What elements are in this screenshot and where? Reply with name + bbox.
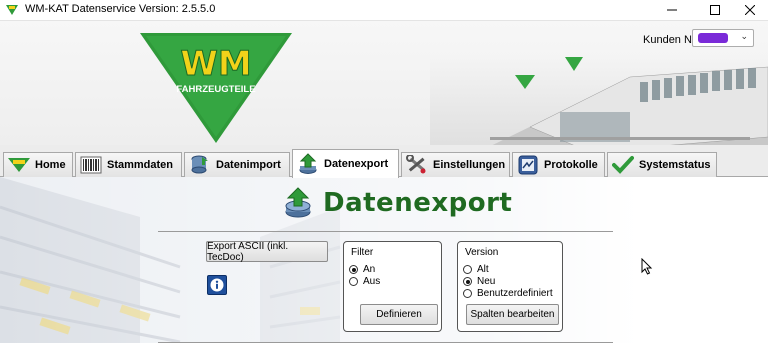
- export-arrow-icon: [297, 153, 319, 174]
- tab-systemstatus[interactable]: Systemstatus: [607, 152, 717, 177]
- version-group-title: Version: [465, 247, 499, 258]
- tab-protokolle[interactable]: Protokolle: [512, 152, 605, 177]
- divider: [158, 231, 613, 232]
- wm-fahrzeugteile-logo: WM FAHRZEUGTEILE: [140, 33, 292, 143]
- tools-icon: [406, 155, 428, 175]
- radio-icon: [349, 277, 358, 286]
- version-group: Version Alt Neu Benutzerdefiniert Spalte…: [457, 241, 563, 332]
- filter-group: Filter An Aus Definieren: [343, 241, 442, 332]
- maximize-icon: [710, 5, 720, 15]
- logo-subtext: FAHRZEUGTEILE: [176, 84, 255, 95]
- window-title: WM-KAT Datenservice Version: 2.5.5.0: [25, 3, 216, 15]
- info-icon: [210, 278, 224, 292]
- mouse-cursor-icon: [641, 258, 653, 275]
- kunden-nr-value-redacted: [698, 33, 728, 43]
- app-icon: [6, 5, 18, 15]
- radio-icon: [463, 265, 472, 274]
- tab-einstellungen[interactable]: Einstellungen: [401, 152, 510, 177]
- tab-label: Datenimport: [216, 159, 281, 171]
- barcode-icon: [80, 155, 102, 175]
- spalten-bearbeiten-button[interactable]: Spalten bearbeiten: [466, 304, 559, 325]
- tab-label: Home: [35, 159, 66, 171]
- info-button[interactable]: [207, 275, 227, 295]
- close-icon: [745, 5, 755, 15]
- page-title: Datenexport: [323, 188, 513, 218]
- tab-label: Systemstatus: [639, 159, 711, 171]
- radio-label: Benutzerdefiniert: [477, 288, 553, 299]
- tab-datenexport[interactable]: Datenexport: [292, 149, 399, 178]
- radio-icon: [463, 277, 472, 286]
- maximize-button[interactable]: [697, 0, 733, 20]
- minimize-icon: [667, 9, 677, 11]
- chevron-down-icon: ⌄: [740, 31, 748, 41]
- filter-radio-aus[interactable]: Aus: [349, 276, 380, 287]
- kunden-nr-dropdown[interactable]: ⌄: [692, 29, 754, 47]
- export-ascii-button[interactable]: Export ASCII (inkl. TecDoc): [206, 241, 328, 263]
- main-tab-bar: Home Stammdaten Datenimport Datenexport …: [0, 145, 768, 178]
- version-radio-alt[interactable]: Alt: [463, 264, 489, 275]
- radio-icon: [463, 289, 472, 298]
- radio-label: Neu: [477, 276, 496, 287]
- tab-label: Stammdaten: [107, 159, 174, 171]
- title-bar: WM-KAT Datenservice Version: 2.5.5.0: [0, 0, 768, 20]
- page-heading: Datenexport: [283, 187, 512, 219]
- tab-label: Datenexport: [324, 158, 389, 170]
- tab-stammdaten[interactable]: Stammdaten: [75, 152, 182, 177]
- close-button[interactable]: [732, 0, 768, 20]
- kunden-nr-label: Kunden Nr:: [643, 34, 699, 46]
- version-radio-neu[interactable]: Neu: [463, 276, 495, 287]
- version-radio-benutzerdefiniert[interactable]: Benutzerdefiniert: [463, 288, 553, 299]
- radio-label: Aus: [363, 276, 381, 287]
- export-arrow-icon: [285, 187, 311, 218]
- tab-label: Protokolle: [544, 159, 598, 171]
- tab-label: Einstellungen: [433, 159, 506, 171]
- database-icon: [189, 155, 211, 175]
- datenexport-panel: Datenexport Export ASCII (inkl. TecDoc) …: [0, 177, 768, 343]
- logo-text: WM: [180, 44, 251, 84]
- definieren-button[interactable]: Definieren: [360, 304, 438, 325]
- log-icon: [517, 155, 539, 175]
- radio-icon: [349, 265, 358, 274]
- radio-label: An: [363, 264, 376, 275]
- wm-logo-icon: [8, 155, 30, 175]
- tab-datenimport[interactable]: Datenimport: [184, 152, 290, 177]
- radio-label: Alt: [477, 264, 489, 275]
- check-icon: [612, 155, 634, 175]
- tab-home[interactable]: Home: [3, 152, 73, 177]
- filter-group-title: Filter: [351, 247, 374, 258]
- filter-radio-an[interactable]: An: [349, 264, 375, 275]
- header-banner: WM FAHRZEUGTEILE Kunden Nr: ⌄: [0, 20, 768, 161]
- minimize-button[interactable]: [654, 0, 690, 20]
